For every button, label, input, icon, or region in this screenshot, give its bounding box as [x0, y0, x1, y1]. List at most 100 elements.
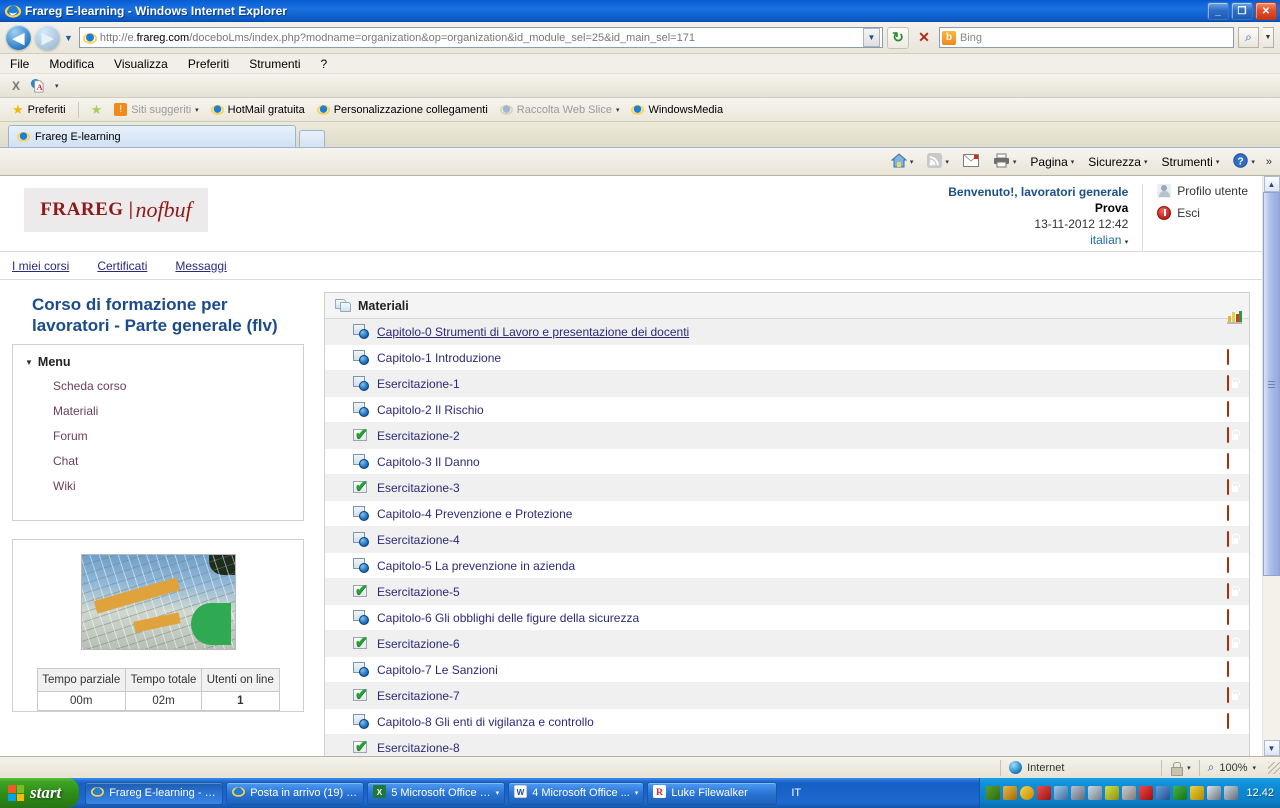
material-row[interactable]: Capitolo-8 Gli enti di vigilanza e contr… [325, 709, 1249, 735]
chevron-down-icon[interactable]: ▾ [1251, 158, 1255, 166]
print-button[interactable]: ▾ [988, 151, 1022, 173]
favorites-button[interactable]: ★ Preferiti [8, 102, 70, 117]
nav-messaggi[interactable]: Messaggi [175, 259, 226, 273]
material-row[interactable]: Esercitazione-1 [325, 371, 1249, 397]
material-row[interactable]: ✔ Esercitazione-8 [325, 735, 1249, 756]
language-selector[interactable]: italian ▾ [948, 232, 1128, 251]
scroll-down-button[interactable]: ▼ [1263, 740, 1280, 756]
material-row[interactable]: ✔ Esercitazione-6 [325, 631, 1249, 657]
lock-icon[interactable] [1227, 375, 1243, 391]
help-button[interactable]: ? ▾ [1228, 151, 1260, 173]
material-row[interactable]: Capitolo-1 Introduzione [325, 345, 1249, 371]
security-zone[interactable]: Internet [1001, 757, 1161, 779]
material-row[interactable]: Capitolo-0 Strumenti di Lavoro e present… [325, 311, 1249, 345]
sidebar-item-materiali[interactable]: Materiali [53, 404, 291, 418]
material-row[interactable]: Capitolo-2 Il Rischio [325, 397, 1249, 423]
lock-icon[interactable] [1227, 427, 1243, 443]
lock-icon[interactable] [1227, 713, 1243, 729]
material-label[interactable]: Esercitazione-4 [377, 533, 460, 547]
start-button[interactable]: start [0, 778, 80, 808]
material-row[interactable]: Capitolo-7 Le Sanzioni [325, 657, 1249, 683]
feeds-button[interactable]: ▾ [922, 151, 954, 173]
pdf-toolbar-caret[interactable]: ▾ [55, 82, 59, 90]
material-label[interactable]: Capitolo-7 Le Sanzioni [377, 663, 498, 677]
chevron-down-icon[interactable]: ▾ [496, 789, 500, 797]
pdf-icon[interactable]: A [30, 78, 45, 93]
material-label[interactable]: Esercitazione-2 [377, 429, 460, 443]
chevron-down-icon[interactable]: ▾ [195, 106, 199, 114]
material-label[interactable]: Capitolo-5 La prevenzione in azienda [377, 559, 575, 573]
tray-icon-network[interactable] [1054, 786, 1069, 800]
tray-icon-red[interactable] [1139, 786, 1154, 800]
chevron-down-icon[interactable]: ▾ [1252, 764, 1256, 772]
search-provider-caret[interactable]: ▼ [1263, 27, 1274, 48]
lock-icon[interactable] [1227, 635, 1243, 651]
lock-icon[interactable] [1227, 453, 1243, 469]
stop-button[interactable]: ✕ [913, 27, 935, 49]
nav-i-miei-corsi[interactable]: I miei corsi [12, 259, 69, 273]
close-button[interactable]: ✕ [1255, 2, 1277, 20]
chevron-down-icon[interactable]: ▾ [1144, 158, 1148, 166]
chevron-down-icon[interactable]: ▾ [910, 158, 914, 166]
material-label[interactable]: Esercitazione-7 [377, 689, 460, 703]
taskbar-task[interactable]: R Luke Filewalker [647, 781, 778, 805]
tray-icon-volume[interactable] [1088, 786, 1103, 800]
material-label[interactable]: Capitolo-3 Il Danno [377, 455, 480, 469]
tray-icon-snagit[interactable] [1190, 786, 1205, 800]
tray-icon-acrobat[interactable] [1037, 786, 1052, 800]
profile-link[interactable]: Profilo utente [1157, 184, 1248, 198]
tray-icon-3[interactable] [1020, 786, 1035, 800]
fav-item-hotmail[interactable]: HotMail gratuita [207, 102, 309, 117]
taskbar-task[interactable]: W 4 Microsoft Office ... ▾ [508, 781, 645, 805]
material-label[interactable]: Esercitazione-6 [377, 637, 460, 651]
new-tab-button[interactable] [299, 130, 325, 147]
fav-item-web-slice[interactable]: Raccolta Web Slice ▾ [496, 102, 624, 117]
logout-link[interactable]: Esci [1157, 206, 1248, 220]
lock-icon[interactable] [1227, 531, 1243, 547]
refresh-button[interactable]: ↻ [887, 26, 909, 49]
lock-icon[interactable] [1227, 505, 1243, 521]
fav-item-windowsmedia[interactable]: WindowsMedia [627, 102, 727, 117]
search-box[interactable]: b Bing [939, 27, 1234, 48]
material-label[interactable]: Capitolo-1 Introduzione [377, 351, 501, 365]
material-row[interactable]: Capitolo-3 Il Danno [325, 449, 1249, 475]
fav-item-personalizzazione[interactable]: Personalizzazione collegamenti [313, 102, 492, 117]
tray-icon-excel[interactable] [1173, 786, 1188, 800]
menu-preferiti[interactable]: Preferiti [188, 57, 229, 71]
page-menu-button[interactable]: Pagina ▾ [1025, 153, 1079, 171]
material-row[interactable]: ✔ Esercitazione-2 [325, 423, 1249, 449]
close-toolbar-button[interactable]: X [12, 79, 20, 93]
home-button[interactable]: ▾ [886, 151, 919, 173]
resize-grip[interactable] [1268, 761, 1280, 774]
menu-modifica[interactable]: Modifica [49, 57, 94, 71]
lock-icon[interactable] [1227, 609, 1243, 625]
tray-icon-1[interactable] [986, 786, 1001, 800]
material-row[interactable]: ✔ Esercitazione-7 [325, 683, 1249, 709]
page-scrollbar[interactable]: ▲ ▼ [1263, 176, 1280, 756]
scrollbar-thumb[interactable] [1263, 192, 1280, 576]
ime-indicator[interactable]: IT [785, 787, 807, 799]
material-label[interactable]: Capitolo-4 Prevenzione e Protezione [377, 507, 572, 521]
tray-icon-network-disconnected[interactable] [1071, 786, 1086, 800]
nav-certificati[interactable]: Certificati [97, 259, 147, 273]
search-input[interactable]: Bing [960, 32, 982, 44]
sidebar-item-wiki[interactable]: Wiki [53, 479, 291, 493]
address-bar[interactable]: http://e.frareg.com/doceboLms/index.php?… [78, 27, 883, 48]
protected-mode[interactable]: ▾ [1162, 757, 1199, 779]
material-label[interactable]: Capitolo-8 Gli enti di vigilanza e contr… [377, 715, 594, 729]
recent-pages-caret[interactable]: ▼ [64, 33, 73, 43]
lock-icon[interactable] [1227, 479, 1243, 495]
sidebar-item-scheda-corso[interactable]: Scheda corso [53, 379, 291, 393]
lock-icon[interactable] [1227, 661, 1243, 677]
taskbar-task[interactable]: Posta in arrivo (19) - ... [226, 781, 365, 805]
search-icon[interactable]: ⌕ [1238, 27, 1259, 48]
tray-icon-word[interactable] [1156, 786, 1171, 800]
material-label[interactable]: Esercitazione-8 [377, 741, 460, 755]
lock-icon[interactable] [1227, 687, 1243, 703]
chart-icon[interactable] [1227, 311, 1243, 339]
tools-menu-button[interactable]: Strumenti ▾ [1156, 153, 1224, 171]
material-label[interactable]: Capitolo-6 Gli obblighi delle figure del… [377, 611, 639, 625]
chevron-down-icon[interactable]: ▾ [1071, 158, 1075, 166]
taskbar-task[interactable]: X 5 Microsoft Office E... ▾ [367, 781, 506, 805]
menu-file[interactable]: File [10, 57, 29, 71]
